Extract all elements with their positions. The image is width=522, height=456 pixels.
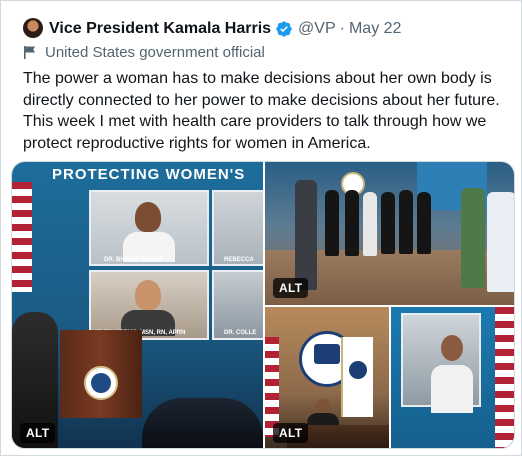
media-image-3[interactable]: ALT — [265, 307, 389, 448]
audience-silhouette — [142, 398, 263, 448]
tweet-card[interactable]: Vice President Kamala Harris @VP · May 2… — [0, 0, 522, 456]
figure — [325, 190, 339, 256]
person — [431, 365, 473, 413]
government-label[interactable]: United States government official — [23, 44, 265, 61]
figure — [345, 190, 359, 256]
us-flag — [495, 307, 514, 448]
author-avatar[interactable] — [23, 18, 43, 38]
caption-4: DR. COLLE — [224, 330, 257, 336]
figure — [461, 188, 485, 288]
media-image-1[interactable]: PROTECTING WOMEN'S DR. BHAVIK KUMAR HELE… — [12, 162, 263, 448]
figure — [363, 192, 377, 256]
figure — [417, 192, 431, 254]
alt-badge-3[interactable]: ALT — [273, 423, 309, 443]
banner-text: PROTECTING WOMEN'S — [52, 166, 246, 183]
podium-seal — [84, 366, 118, 400]
media-grid: PROTECTING WOMEN'S DR. BHAVIK KUMAR HELE… — [11, 161, 515, 449]
tweet-header: Vice President Kamala Harris @VP · May 2… — [49, 18, 401, 40]
person — [441, 335, 463, 361]
us-flag — [265, 337, 279, 437]
separator: · — [339, 20, 345, 37]
government-label-text: United States government official — [45, 44, 265, 61]
media-image-2[interactable]: ALT — [265, 162, 514, 305]
video-screen-3 — [212, 190, 263, 266]
figure — [381, 192, 395, 254]
tweet-text: The power a woman has to make decisions … — [23, 70, 500, 152]
verified-badge-icon — [276, 21, 292, 37]
tweet-date[interactable]: May 22 — [349, 20, 401, 38]
figure-speaker — [295, 180, 317, 290]
us-flag — [12, 182, 32, 292]
figure — [399, 190, 413, 254]
video-screen-1 — [89, 190, 209, 266]
caption-1: DR. BHAVIK KUMAR — [104, 257, 163, 263]
flag-icon — [24, 46, 35, 59]
author-handle[interactable]: @VP — [298, 20, 336, 38]
author-name[interactable]: Vice President Kamala Harris — [49, 20, 271, 38]
alt-badge-1[interactable]: ALT — [20, 423, 56, 443]
alt-badge-2[interactable]: ALT — [273, 278, 309, 298]
media-image-4[interactable] — [391, 307, 514, 448]
figure — [487, 192, 514, 292]
vp-flag — [341, 337, 373, 417]
caption-2: REBECCA — [224, 257, 254, 263]
video-screen — [401, 313, 481, 413]
